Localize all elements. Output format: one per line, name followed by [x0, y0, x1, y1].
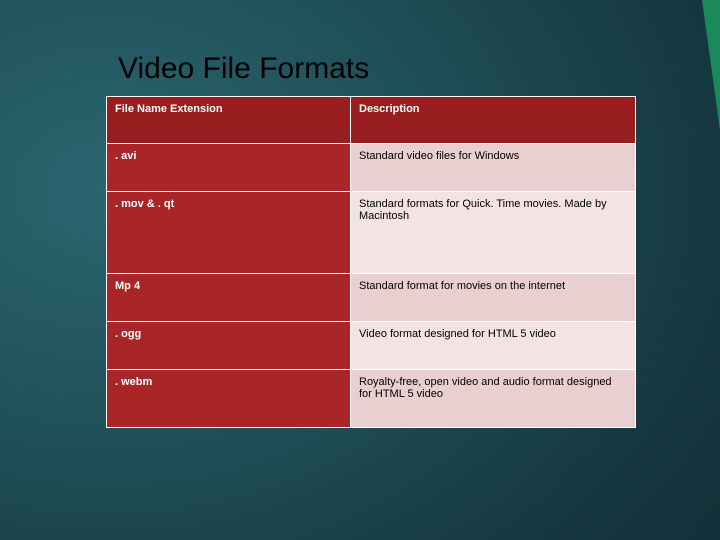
header-extension: File Name Extension [107, 97, 351, 144]
table-row: . mov & . qt Standard formats for Quick.… [107, 192, 636, 274]
corner-accent [702, 0, 720, 130]
header-description: Description [351, 97, 636, 144]
table-row: Mp 4 Standard format for movies on the i… [107, 274, 636, 322]
cell-extension: Mp 4 [107, 274, 351, 322]
table-row: . avi Standard video files for Windows [107, 144, 636, 192]
cell-description: Standard format for movies on the intern… [351, 274, 636, 322]
cell-extension: . webm [107, 370, 351, 428]
formats-table: File Name Extension Description . avi St… [106, 96, 636, 428]
cell-extension: . mov & . qt [107, 192, 351, 274]
cell-description: Video format designed for HTML 5 video [351, 322, 636, 370]
cell-description: Standard video files for Windows [351, 144, 636, 192]
cell-description: Standard formats for Quick. Time movies.… [351, 192, 636, 274]
slide-title: Video File Formats [118, 52, 369, 86]
table-header-row: File Name Extension Description [107, 97, 636, 144]
cell-extension: . ogg [107, 322, 351, 370]
cell-extension: . avi [107, 144, 351, 192]
table-row: . ogg Video format designed for HTML 5 v… [107, 322, 636, 370]
table-row: . webm Royalty-free, open video and audi… [107, 370, 636, 428]
cell-description: Royalty-free, open video and audio forma… [351, 370, 636, 428]
